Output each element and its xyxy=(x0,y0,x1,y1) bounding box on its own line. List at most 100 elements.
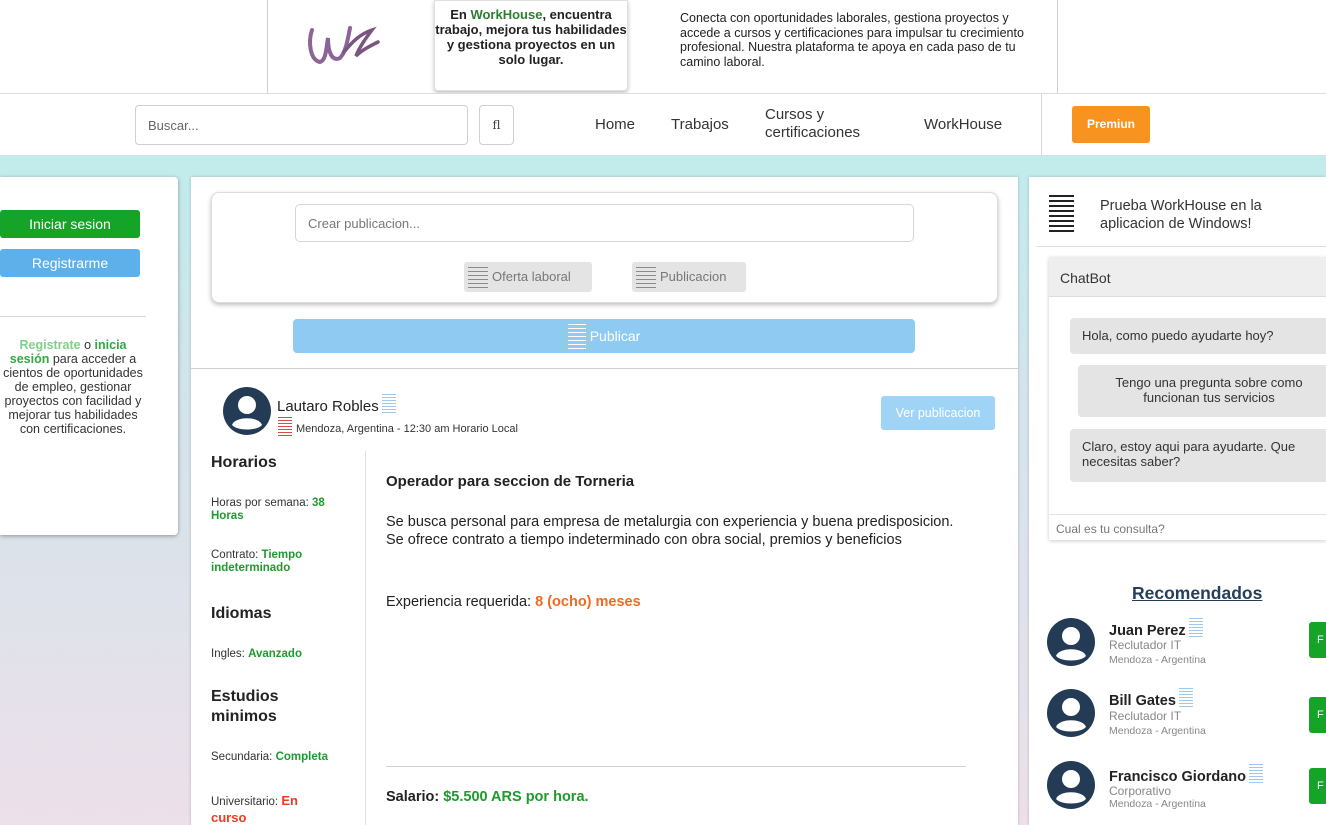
english-label: Ingles: xyxy=(211,648,249,660)
contract-label: Contrato: xyxy=(211,549,262,561)
avatar-icon xyxy=(223,387,271,435)
follow-button[interactable]: F xyxy=(1309,697,1326,733)
job-title: Operador para seccion de Torneria xyxy=(386,473,635,490)
salary-label: Salario: xyxy=(386,789,444,805)
required-experience: Experiencia requerida: 8 (ocho) meses xyxy=(386,594,641,610)
hours-label: Horas por semana: xyxy=(211,497,312,509)
divider xyxy=(0,316,146,317)
app-promo-text[interactable]: Prueba WorkHouse en la aplicacion de Win… xyxy=(1100,197,1310,233)
secondary-label: Secundaria: xyxy=(211,751,276,763)
recommended-role: Corporativo xyxy=(1109,784,1172,798)
cta-or: o xyxy=(80,338,95,352)
windows-app-icon xyxy=(1049,195,1074,235)
divider xyxy=(365,451,366,825)
author-name: Lautaro Robles xyxy=(277,398,379,415)
tagline-box: En WorkHouse, encuentra trabajo, mejora … xyxy=(434,0,628,91)
post-author[interactable]: Lautaro Robles xyxy=(277,394,396,415)
verified-icon xyxy=(381,394,396,414)
name-text: Bill Gates xyxy=(1109,693,1176,709)
divider xyxy=(1049,514,1326,515)
register-link[interactable]: Registrate xyxy=(19,338,80,352)
list-icon xyxy=(636,266,656,289)
verified-icon xyxy=(1178,688,1193,708)
avatar-icon xyxy=(1047,761,1095,809)
banner-divider xyxy=(267,0,268,93)
register-button[interactable]: Registrarme xyxy=(0,249,140,277)
divider xyxy=(1037,246,1326,247)
tagline-brand: WorkHouse xyxy=(470,7,543,22)
secondary-value: Completa xyxy=(275,751,328,763)
divider xyxy=(386,766,966,767)
publication-label: Publicacion xyxy=(660,269,727,284)
university-label: Universitario: xyxy=(211,796,282,808)
hours-per-week: Horas por semana: 38 Horas xyxy=(211,497,351,523)
right-sidebar: Prueba WorkHouse en la aplicacion de Win… xyxy=(1029,177,1326,825)
verified-icon xyxy=(1188,618,1203,638)
search-input[interactable] xyxy=(135,105,468,145)
schedule-heading: Horarios xyxy=(211,454,277,471)
job-description: Se busca personal para empresa de metalu… xyxy=(386,514,954,548)
chatbot-panel: ChatBot Hola, como puedo ayudarte hoy? T… xyxy=(1049,257,1326,540)
login-button[interactable]: Iniciar sesion xyxy=(0,210,140,238)
follow-button[interactable]: F xyxy=(1309,622,1326,658)
name-text: Francisco Giordano xyxy=(1109,769,1246,785)
recommended-location: Mendoza - Argentina xyxy=(1109,725,1206,737)
publish-label: Publicar xyxy=(589,328,641,344)
auth-cta-text: Registrate o inicia sesión para acceder … xyxy=(0,338,146,436)
salary: Salario: $5.500 ARS por hora. xyxy=(386,789,589,805)
premium-button[interactable]: Premiun xyxy=(1072,106,1150,143)
banner-description: Conecta con oportunidades laborales, ges… xyxy=(680,11,1024,69)
chat-message-user: Tengo una pregunta sobre como funcionan … xyxy=(1078,365,1326,417)
list-icon xyxy=(567,324,586,351)
nav-home[interactable]: Home xyxy=(595,116,635,133)
chat-input[interactable] xyxy=(1049,519,1326,539)
navbar: fl Home Trabajos Cursos y certificacione… xyxy=(0,93,1326,156)
follow-button[interactable]: F xyxy=(1309,768,1326,804)
languages-heading: Idiomas xyxy=(211,605,272,622)
university-studies: Universitario: En curso xyxy=(211,793,331,825)
english-value: Avanzado xyxy=(248,648,302,660)
nav-workhouse[interactable]: WorkHouse xyxy=(924,116,1002,133)
nav-trabajos[interactable]: Trabajos xyxy=(671,116,729,133)
chat-message-bot: Hola, como puedo ayudarte hoy? xyxy=(1070,318,1326,354)
workhouse-logo xyxy=(308,26,380,65)
avatar-icon xyxy=(1047,618,1095,666)
location-text: Mendoza, Argentina - 12:30 am Horario Lo… xyxy=(296,423,518,435)
avatar-icon xyxy=(1047,689,1095,737)
contract: Contrato: Tiempo indeterminado xyxy=(211,549,351,575)
search-button[interactable]: fl xyxy=(479,105,514,145)
job-offer-label: Oferta laboral xyxy=(492,269,571,284)
name-text: Juan Perez xyxy=(1109,623,1186,639)
banner-divider xyxy=(1057,0,1058,93)
recommended-role: Reclutador IT xyxy=(1109,638,1182,652)
list-icon xyxy=(468,266,488,289)
feed-column: Oferta laboral Publicacion Publicar Laut… xyxy=(191,177,1018,825)
nav-divider xyxy=(1041,94,1042,155)
recommended-location: Mendoza - Argentina xyxy=(1109,798,1206,810)
tagline-prefix: En xyxy=(450,7,471,22)
auth-card: Iniciar sesion Registrarme Registrate o … xyxy=(0,177,178,535)
divider xyxy=(191,368,1018,369)
studies-heading: Estudios minimos xyxy=(211,688,279,725)
verified-icon xyxy=(1248,764,1263,784)
experience-value: 8 (ocho) meses xyxy=(535,594,641,610)
location-icon xyxy=(278,417,292,437)
job-offer-chip[interactable]: Oferta laboral xyxy=(464,262,592,292)
chat-message-bot: Claro, estoy aqui para ayudarte. Que nec… xyxy=(1070,429,1326,482)
english-level: Ingles: Avanzado xyxy=(211,648,351,661)
nav-cursos[interactable]: Cursos y certificaciones xyxy=(765,106,885,142)
recommended-name[interactable]: Bill Gates xyxy=(1109,688,1193,709)
create-post-input[interactable] xyxy=(295,204,914,242)
top-banner: En WorkHouse, encuentra trabajo, mejora … xyxy=(0,0,1326,93)
publication-chip[interactable]: Publicacion xyxy=(632,262,746,292)
publish-button[interactable]: Publicar xyxy=(293,319,915,353)
recommended-name[interactable]: Juan Perez xyxy=(1109,618,1203,639)
recommended-name[interactable]: Francisco Giordano xyxy=(1109,764,1263,785)
experience-label: Experiencia requerida: xyxy=(386,594,536,610)
secondary-studies: Secundaria: Completa xyxy=(211,751,351,764)
recommended-role: Reclutador IT xyxy=(1109,709,1182,723)
post-location: Mendoza, Argentina - 12:30 am Horario Lo… xyxy=(278,417,518,437)
recommended-title[interactable]: Recomendados xyxy=(1132,583,1262,604)
view-post-button[interactable]: Ver publicacion xyxy=(881,396,995,430)
recommended-location: Mendoza - Argentina xyxy=(1109,654,1206,666)
